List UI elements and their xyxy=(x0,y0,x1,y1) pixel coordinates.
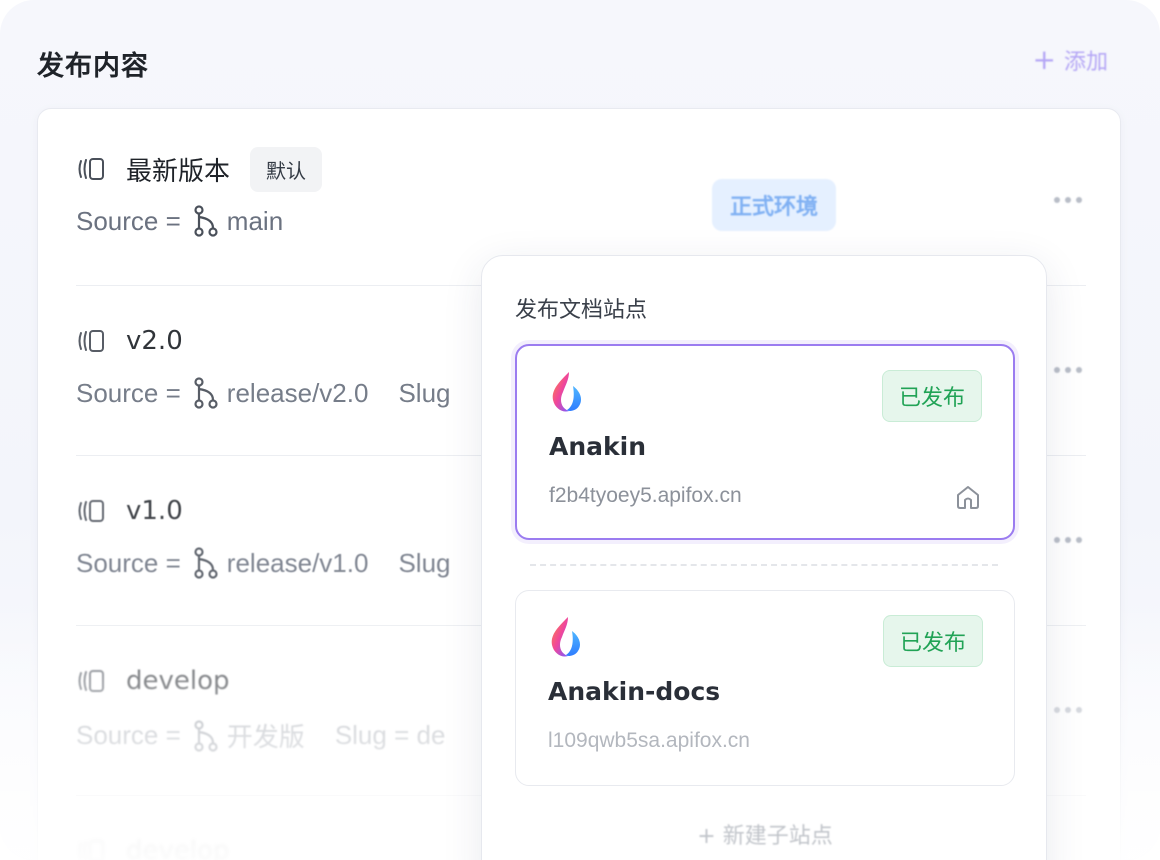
page-title: 发布内容 xyxy=(37,51,149,82)
plus-icon: + xyxy=(1032,43,1056,76)
home-icon[interactable] xyxy=(955,484,981,510)
site-url: f2b4tyoey5.apifox.cn xyxy=(549,484,742,507)
publish-site-popover: 发布文档站点 已发布 Anakin f2b4tyoey5.apifox.cn 已… xyxy=(481,255,1047,860)
version-name: v1.0 xyxy=(126,496,183,526)
branch-name: main xyxy=(226,205,284,236)
slug-label: Slug xyxy=(398,547,451,578)
version-name: v2.0 xyxy=(126,326,183,356)
more-icon[interactable] xyxy=(1054,705,1082,715)
book-icon xyxy=(78,330,104,352)
site-card-anakin[interactable]: 已发布 Anakin f2b4tyoey5.apifox.cn xyxy=(515,344,1015,540)
branch-icon xyxy=(194,719,218,752)
branch-name: release/v1.0 xyxy=(226,547,369,578)
slug-label: Slug = de xyxy=(334,720,446,750)
default-badge: 默认 xyxy=(250,146,323,192)
app-frame: 发布内容 + 添加 最新版本 默认 Source = main 正式环境 v2.… xyxy=(0,0,1160,860)
apifox-logo-icon xyxy=(551,617,580,657)
environment-tag: 正式环境 xyxy=(712,179,837,231)
branch-name: release/v2.0 xyxy=(226,377,369,408)
more-icon[interactable] xyxy=(1054,195,1082,205)
version-name: develop xyxy=(126,836,230,860)
popover-title: 发布文档站点 xyxy=(515,298,648,323)
version-name: 最新版本 xyxy=(126,156,231,187)
site-name: Anakin-docs xyxy=(548,677,721,706)
add-label: 添加 xyxy=(1063,50,1108,75)
site-card-anakin-docs[interactable]: 已发布 Anakin-docs l109qwb5sa.apifox.cn xyxy=(515,590,1015,786)
more-icon[interactable] xyxy=(1054,365,1082,375)
branch-name: 开发版 xyxy=(226,722,305,752)
source-label: Source = xyxy=(76,547,181,578)
branch-icon xyxy=(194,377,218,409)
apifox-logo-icon xyxy=(552,372,581,412)
add-button[interactable]: + 添加 xyxy=(1033,44,1108,76)
book-icon xyxy=(78,500,104,522)
slug-label: Slug xyxy=(398,377,451,408)
source-label: Source = xyxy=(76,377,181,408)
book-icon xyxy=(78,670,104,692)
published-badge: 已发布 xyxy=(881,370,982,422)
book-icon xyxy=(78,840,104,860)
site-name: Anakin xyxy=(549,432,647,461)
site-url: l109qwb5sa.apifox.cn xyxy=(548,729,750,752)
version-name: develop xyxy=(126,666,230,696)
new-sub-site-button[interactable]: + 新建子站点 xyxy=(482,818,1048,850)
dashed-divider xyxy=(530,564,998,566)
more-icon[interactable] xyxy=(1054,535,1082,545)
book-icon xyxy=(78,158,104,180)
branch-icon xyxy=(194,205,218,237)
source-label: Source = xyxy=(76,720,181,750)
source-label: Source = xyxy=(76,205,181,236)
published-badge: 已发布 xyxy=(882,615,983,667)
version-item[interactable]: 最新版本 默认 Source = main xyxy=(76,146,1086,237)
branch-icon xyxy=(194,547,218,579)
